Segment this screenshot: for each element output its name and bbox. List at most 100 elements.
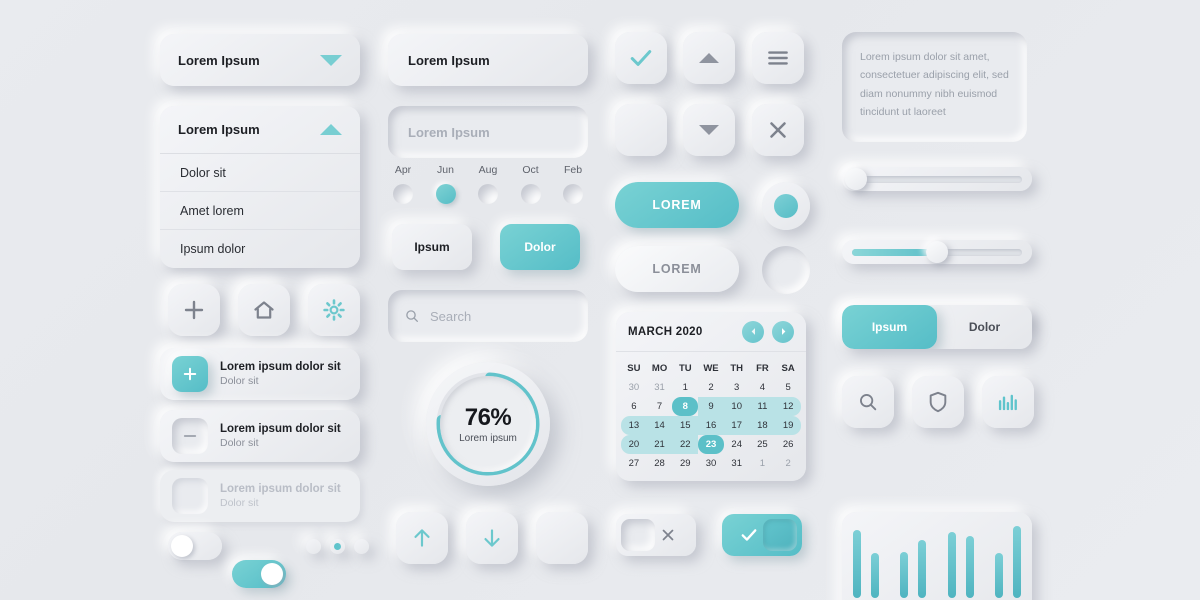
slider-handle[interactable] <box>845 168 867 190</box>
radio-button-selected[interactable] <box>435 184 456 204</box>
calendar-day[interactable]: 29 <box>672 454 698 473</box>
calendar-day[interactable]: 21 <box>646 435 673 454</box>
pagination-dot[interactable] <box>354 539 369 554</box>
triangle-down-button[interactable] <box>683 104 735 156</box>
calendar-day[interactable]: 12 <box>775 397 801 416</box>
calendar-day[interactable]: 13 <box>621 416 647 435</box>
calendar-day[interactable]: 28 <box>647 454 673 473</box>
calendar-day[interactable]: 5 <box>775 378 801 397</box>
button-lorem-secondary[interactable]: LOREM <box>615 246 739 292</box>
shield-button[interactable] <box>912 376 964 428</box>
arrow-down-button[interactable] <box>466 512 518 564</box>
text-input-filled[interactable]: Lorem Ipsum <box>388 34 588 86</box>
radio-button[interactable] <box>393 184 413 204</box>
pagination-dot-active[interactable] <box>330 539 345 554</box>
blank-icon <box>172 478 208 514</box>
bar-chart-icon <box>998 394 1017 411</box>
list-item-text: Lorem ipsum dolor sit Dolor sit <box>220 360 341 389</box>
radio-option-jun[interactable]: Jun <box>431 164 461 204</box>
settings-button[interactable] <box>308 284 360 336</box>
dropdown-closed[interactable]: Lorem Ipsum <box>160 34 360 86</box>
calendar-day[interactable]: 11 <box>749 397 776 416</box>
empty-checkbox[interactable] <box>615 104 667 156</box>
search-button[interactable] <box>842 376 894 428</box>
dropdown-item-2[interactable]: Ipsum dolor <box>160 230 360 268</box>
button-lorem-primary[interactable]: LOREM <box>615 182 739 228</box>
calendar-day[interactable]: 15 <box>672 416 699 435</box>
arrow-up-button[interactable] <box>396 512 448 564</box>
search-input[interactable]: Search <box>388 290 588 342</box>
calendar-day[interactable]: 9 <box>698 397 724 416</box>
toggle-off[interactable] <box>168 532 222 560</box>
button-ipsum[interactable]: Ipsum <box>392 224 472 270</box>
textarea[interactable]: Lorem ipsum dolor sit amet, consectetuer… <box>842 32 1027 142</box>
prev-month-button[interactable] <box>742 320 764 343</box>
calendar-day[interactable]: 14 <box>646 416 673 435</box>
text-input-empty[interactable]: Lorem Ipsum <box>388 106 588 158</box>
calendar-day[interactable]: 3 <box>724 378 750 397</box>
next-month-button[interactable] <box>772 320 794 343</box>
home-button[interactable] <box>238 284 290 336</box>
toggle-on[interactable] <box>232 560 286 588</box>
radio-option-aug[interactable]: Aug <box>473 164 503 204</box>
dropdown-open-header[interactable]: Lorem Ipsum <box>160 106 360 154</box>
slider-handle[interactable] <box>926 241 948 263</box>
calendar-day[interactable]: 7 <box>647 397 673 416</box>
calendar-day[interactable]: 19 <box>775 416 801 435</box>
calendar-day[interactable]: 6 <box>621 397 647 416</box>
calendar-day-range-start[interactable]: 8 <box>672 397 699 416</box>
plus-icon[interactable] <box>172 356 208 392</box>
dropdown-item-1[interactable]: Amet lorem <box>160 192 360 230</box>
dropdown-item-0[interactable]: Dolor sit <box>160 154 360 192</box>
menu-button[interactable] <box>752 32 804 84</box>
blank-button[interactable] <box>536 512 588 564</box>
radio-option-oct[interactable]: Oct <box>516 164 546 204</box>
button-dolor[interactable]: Dolor <box>500 224 580 270</box>
calendar-day[interactable]: 30 <box>621 378 647 397</box>
calendar-day[interactable]: 1 <box>750 454 776 473</box>
calendar-day[interactable]: 26 <box>775 435 801 454</box>
calendar-day[interactable]: 2 <box>698 378 724 397</box>
close-button[interactable] <box>752 104 804 156</box>
tab-dolor[interactable]: Dolor <box>937 305 1032 349</box>
calendar-day-range-end[interactable]: 23 <box>698 435 724 454</box>
calendar-grid[interactable]: SU MO TU WE TH FR SA 30 31 1 2 3 4 5 6 7… <box>616 352 806 481</box>
calendar-day[interactable]: 22 <box>672 435 699 454</box>
radio-option-apr[interactable]: Apr <box>388 164 418 204</box>
calendar-day[interactable]: 31 <box>647 378 673 397</box>
radio-option-feb[interactable]: Feb <box>558 164 588 204</box>
calendar-day[interactable]: 24 <box>724 435 750 454</box>
calendar-day[interactable]: 30 <box>698 454 724 473</box>
calendar-day[interactable]: 25 <box>750 435 776 454</box>
calendar-day[interactable]: 16 <box>698 416 724 435</box>
slider-mid[interactable] <box>842 240 1032 264</box>
calendar[interactable]: MARCH 2020 SU MO TU WE TH FR SA 30 31 1 … <box>616 312 806 481</box>
plus-button[interactable] <box>168 284 220 336</box>
switch-off[interactable] <box>616 514 696 556</box>
radio-button[interactable] <box>478 184 498 204</box>
radio-selected[interactable] <box>762 182 810 230</box>
list-item[interactable]: Lorem ipsum dolor sit Dolor sit <box>160 410 360 462</box>
calendar-day[interactable]: 31 <box>724 454 750 473</box>
check-button[interactable] <box>615 32 667 84</box>
bar-chart-button[interactable] <box>982 376 1034 428</box>
slider-low[interactable] <box>842 167 1032 191</box>
pagination-dot[interactable] <box>306 539 321 554</box>
switch-on[interactable] <box>722 514 802 556</box>
radio-button[interactable] <box>563 184 583 204</box>
radio-empty[interactable] <box>762 246 810 294</box>
calendar-day[interactable]: 1 <box>672 378 698 397</box>
tab-ipsum[interactable]: Ipsum <box>842 305 937 349</box>
calendar-day[interactable]: 17 <box>723 416 750 435</box>
triangle-up-button[interactable] <box>683 32 735 84</box>
calendar-day[interactable]: 20 <box>621 435 647 454</box>
calendar-day[interactable]: 27 <box>621 454 647 473</box>
dropdown-open[interactable]: Lorem Ipsum Dolor sit Amet lorem Ipsum d… <box>160 106 360 268</box>
calendar-day[interactable]: 10 <box>723 397 750 416</box>
calendar-day[interactable]: 4 <box>750 378 776 397</box>
calendar-day[interactable]: 2 <box>775 454 801 473</box>
list-item[interactable]: Lorem ipsum dolor sit Dolor sit <box>160 348 360 400</box>
calendar-day[interactable]: 18 <box>749 416 776 435</box>
minus-icon[interactable] <box>172 418 208 454</box>
radio-button[interactable] <box>520 184 541 204</box>
